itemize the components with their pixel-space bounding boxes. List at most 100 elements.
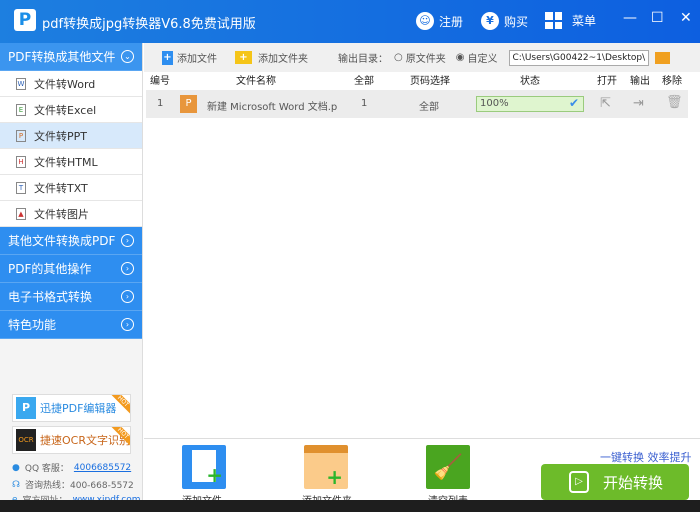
yen-icon: ¥ xyxy=(481,12,499,30)
toolbar: + 添加文件 + 添加文件夹 输出目录： ○ 原文件夹 ◉ 自定义 C:\Users\G… xyxy=(144,43,700,72)
row-number: 1 xyxy=(157,98,164,109)
promo-pdf-editor[interactable]: P 迅捷PDF编辑器 HOT xyxy=(12,394,131,422)
hotline-text: 咨询热线：400-668-5572 xyxy=(25,481,134,491)
sidebar-item-excel[interactable]: E 文件转Excel xyxy=(0,97,142,123)
word-icon: W xyxy=(16,77,26,90)
chevron-right-icon: › xyxy=(121,234,134,247)
chevron-right-icon: › xyxy=(121,318,134,331)
check-icon: ✔ xyxy=(568,96,579,110)
col-number: 编号 xyxy=(150,76,170,87)
promo-label: 迅捷PDF编辑器 xyxy=(40,402,117,415)
sidebar-item-word[interactable]: W 文件转Word xyxy=(0,71,142,97)
qq-icon: ● xyxy=(12,462,20,473)
col-page-select: 页码选择 xyxy=(410,76,450,87)
app-logo: P xyxy=(14,9,36,31)
section-title: 电子书格式转换 xyxy=(8,290,93,304)
ppt-icon: P xyxy=(16,129,26,142)
item-label: 文件转Excel xyxy=(34,103,97,117)
taskbar xyxy=(0,500,700,512)
sidebar: PDF转换成其他文件 ⌄ W 文件转Word E 文件转Excel P 文件转PPT H… xyxy=(0,43,143,506)
item-label: 文件转图片 xyxy=(34,207,89,221)
buy-button[interactable]: ¥ 购买 xyxy=(481,12,528,30)
ppt-file-icon: P xyxy=(180,95,197,113)
play-icon: ▷ xyxy=(569,471,589,493)
sidebar-item-txt[interactable]: T 文件转TXT xyxy=(0,175,142,201)
chevron-right-icon: › xyxy=(121,262,134,275)
item-label: 文件转Word xyxy=(34,77,96,91)
sidebar-item-image[interactable]: ▲ 文件转图片 xyxy=(0,201,142,227)
output-icon[interactable]: ⇥ xyxy=(633,96,644,111)
slogan: 一键转换 效率提升 xyxy=(600,451,692,464)
title-bar: P pdf转换成jpg转换器V6.8免费试用版 ☺ 注册 ¥ 购买 菜单 — ☐ ✕ xyxy=(0,0,700,43)
add-file-icon: + xyxy=(162,50,173,65)
start-convert-button[interactable]: ▷ 开始转换 xyxy=(541,464,689,500)
output-dir-label: 输出目录： xyxy=(338,54,388,65)
menu-label: 菜单 xyxy=(572,14,597,28)
row-page-select[interactable]: 全部 xyxy=(419,98,439,113)
headset-icon: ☊ xyxy=(12,479,20,490)
section-title: PDF的其他操作 xyxy=(8,262,92,276)
col-filename: 文件名称 xyxy=(236,76,276,87)
chevron-down-icon: ⌄ xyxy=(121,50,134,63)
hotline: ☊ 咨询热线：400-668-5572 xyxy=(12,478,134,492)
section-title: PDF转换成其他文件 xyxy=(8,50,116,64)
sidebar-item-ppt[interactable]: P 文件转PPT xyxy=(0,123,142,149)
qq-link[interactable]: 4006685572 xyxy=(74,463,131,473)
section-other-to-pdf[interactable]: 其他文件转换成PDF › xyxy=(0,227,142,255)
add-file-button[interactable]: + 添加文件 xyxy=(162,50,217,65)
radio-original[interactable]: ○ xyxy=(394,52,403,63)
close-button[interactable]: ✕ xyxy=(680,10,692,26)
broom-icon[interactable]: 🧹 xyxy=(426,445,470,489)
radio-custom[interactable]: ◉ xyxy=(456,52,465,63)
progress-bar: 100% ✔ xyxy=(476,96,584,112)
trash-icon[interactable]: 🗑 xyxy=(666,95,683,110)
open-icon[interactable]: ⇱ xyxy=(600,96,611,111)
output-path-input[interactable]: C:\Users\G00422~1\Desktop\ xyxy=(509,49,650,66)
sidebar-item-html[interactable]: H 文件转HTML xyxy=(0,149,142,175)
menu-button[interactable]: 菜单 xyxy=(545,12,596,29)
promo-ocr[interactable]: OCR 捷速OCR文字识别 HOT xyxy=(12,426,131,454)
app-title: pdf转换成jpg转换器V6.8免费试用版 xyxy=(42,17,256,32)
section-title: 其他文件转换成PDF xyxy=(8,234,116,248)
col-open: 打开 xyxy=(597,76,617,87)
promo-label: 捷速OCR文字识别 xyxy=(40,434,130,447)
browse-folder-icon[interactable] xyxy=(655,51,671,64)
col-output: 输出 xyxy=(630,76,650,87)
section-title: 特色功能 xyxy=(8,318,57,332)
add-folder-icon: + xyxy=(235,51,252,64)
register-button[interactable]: ☺ 注册 xyxy=(416,12,463,30)
section-pdf-other-ops[interactable]: PDF的其他操作 › xyxy=(0,255,142,283)
row-total: 1 xyxy=(361,98,368,109)
pdf-editor-icon: P xyxy=(16,397,36,419)
start-label: 开始转换 xyxy=(603,473,664,492)
item-label: 文件转HTML xyxy=(34,155,98,169)
col-remove: 移除 xyxy=(662,76,682,87)
txt-icon: T xyxy=(16,181,26,194)
add-folder-button[interactable]: + 添加文件夹 xyxy=(235,50,308,65)
col-status: 状态 xyxy=(520,76,540,87)
buy-label: 购买 xyxy=(504,14,529,29)
row-filename: 新建 Microsoft Word 文档.pp xyxy=(207,102,337,113)
bottom-add-file-icon[interactable]: + xyxy=(182,445,226,489)
table-row[interactable]: 1 P 新建 Microsoft Word 文档.pp 1 全部 100% ✔ ⇱… xyxy=(146,90,688,118)
table-header: 编号 文件名称 全部 页码选择 状态 打开 输出 移除 xyxy=(144,72,700,88)
user-icon: ☺ xyxy=(416,12,434,30)
qq-contact: ● QQ 客服： 4006685572 xyxy=(12,461,131,475)
section-special[interactable]: 特色功能 › xyxy=(0,311,142,339)
add-folder-label: 添加文件夹 xyxy=(258,54,308,65)
item-label: 文件转PPT xyxy=(34,129,87,143)
section-pdf-to-other[interactable]: PDF转换成其他文件 ⌄ xyxy=(0,43,142,71)
progress-text: 100% xyxy=(480,98,509,109)
add-file-label: 添加文件 xyxy=(177,54,217,65)
item-label: 文件转TXT xyxy=(34,181,88,195)
radio-custom-label: 自定义 xyxy=(467,54,498,65)
excel-icon: E xyxy=(16,103,26,116)
html-icon: H xyxy=(16,155,26,168)
bottom-add-folder-icon[interactable]: + xyxy=(304,445,348,489)
maximize-button[interactable]: ☐ xyxy=(651,10,664,26)
minimize-button[interactable]: — xyxy=(623,10,637,26)
radio-original-label: 原文件夹 xyxy=(405,54,446,65)
qq-label: QQ 客服： xyxy=(24,464,69,474)
section-ebook[interactable]: 电子书格式转换 › xyxy=(0,283,142,311)
col-total: 全部 xyxy=(354,76,374,87)
